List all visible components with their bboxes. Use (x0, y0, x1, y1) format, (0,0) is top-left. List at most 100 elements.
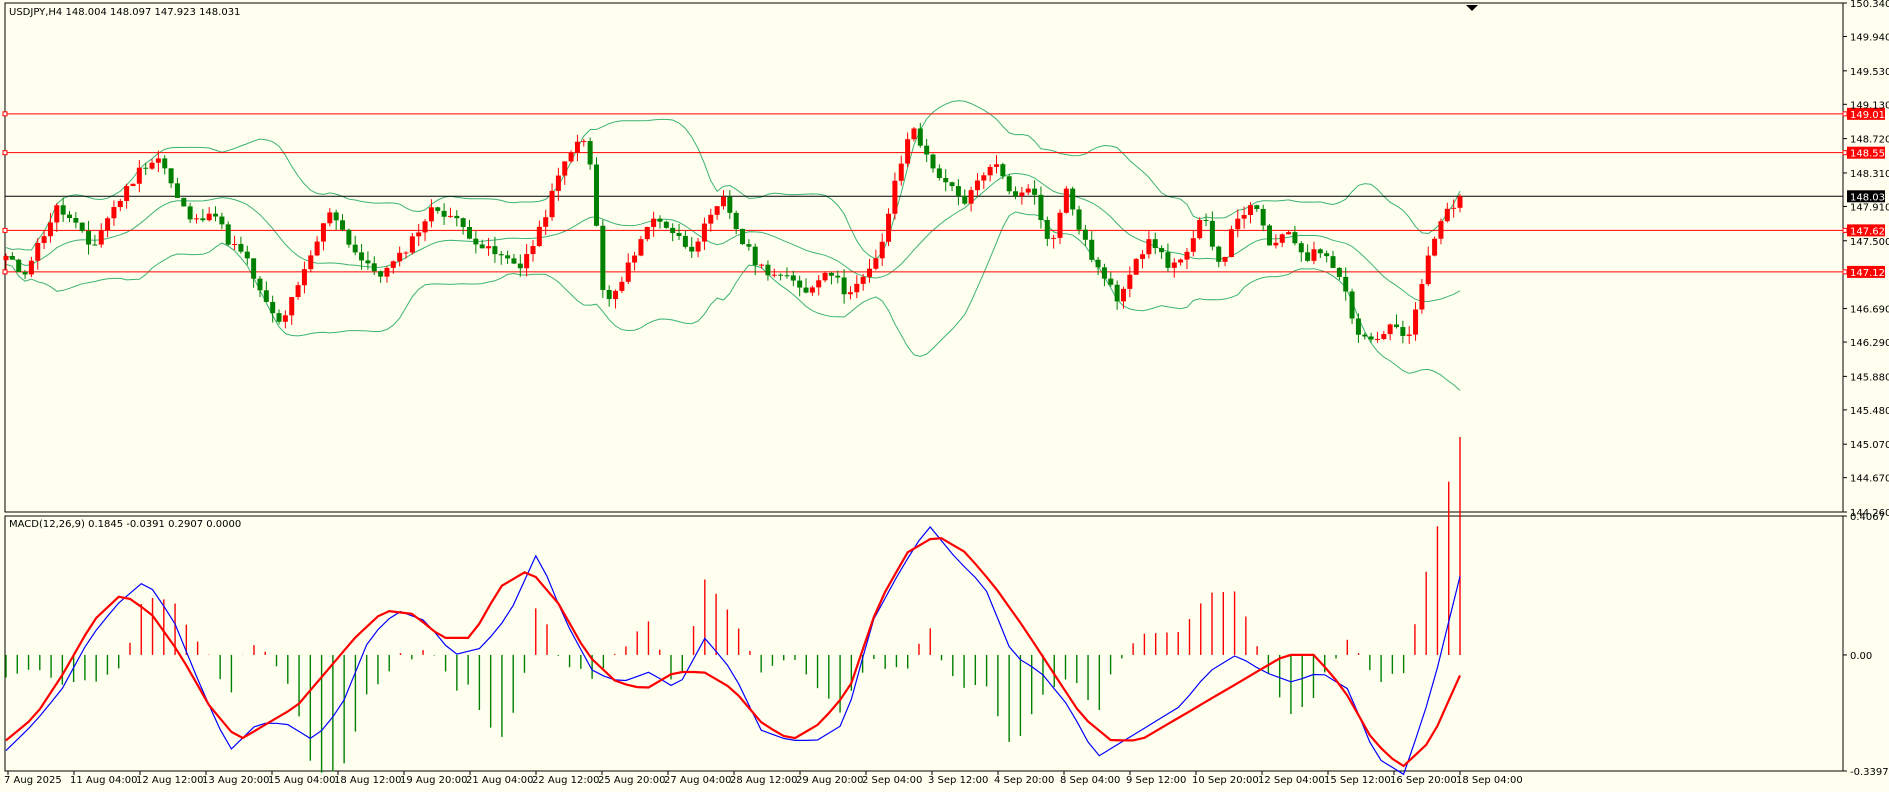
candle-body (663, 221, 669, 228)
horizontal-levels[interactable]: 149.016148.552147.624147.128148.031 (2, 107, 1889, 279)
candle-body (1336, 267, 1342, 277)
candle-body (1057, 212, 1063, 238)
candle-body (555, 175, 561, 191)
price-tick-label: 149.130 (1850, 100, 1889, 111)
candle-body (867, 268, 873, 277)
candle-body (962, 195, 968, 204)
candle-body (1203, 220, 1209, 222)
candle-body (1330, 256, 1336, 268)
candle-body (1127, 274, 1133, 289)
candle-body (346, 229, 352, 245)
candle-body (3, 255, 9, 261)
candle-body (1419, 284, 1425, 310)
price-tick-label: 148.720 (1850, 135, 1889, 146)
candle-body (1317, 249, 1323, 254)
candle-body (492, 246, 498, 255)
candle-body (930, 154, 936, 169)
candle-body (943, 178, 949, 183)
level-handle-icon (2, 269, 8, 275)
candle-body (816, 280, 822, 288)
candle-body (854, 283, 860, 293)
candle-body (371, 263, 377, 272)
candle-body (1425, 255, 1431, 285)
candle-body (479, 244, 485, 249)
bollinger-upper-band (5, 100, 1461, 260)
candle-body (790, 275, 796, 281)
candle-body (428, 207, 434, 222)
candle-body (543, 217, 549, 227)
trading-chart[interactable]: 149.016 148.552 147.624 147.128 148.031 150.… (0, 0, 1889, 792)
candle-body (320, 223, 326, 242)
candle-body (1228, 229, 1234, 258)
macd-plot-frame (4, 515, 1844, 772)
chart-info-label: USDJPY,H4 148.004 148.097 147.923 148.03… (9, 7, 240, 18)
candle-body (765, 264, 771, 276)
time-tick-label: 25 Aug 20:00 (598, 775, 665, 786)
macd-signal-line (5, 537, 1462, 768)
time-tick-label: 3 Sep 12:00 (928, 775, 988, 786)
candle-body (390, 261, 396, 268)
price-tick-label: 148.310 (1850, 169, 1889, 180)
candle-body (778, 274, 784, 276)
price-tick-label: 150.340 (1850, 0, 1889, 10)
candle-body (1184, 251, 1190, 260)
candle-body (1019, 192, 1025, 197)
candle-body (314, 241, 320, 256)
time-tick-label: 11 Aug 04:00 (70, 775, 137, 786)
candle-body (784, 275, 790, 277)
candle-body (1451, 207, 1457, 209)
candle-body (574, 141, 580, 153)
time-tick-label: 21 Aug 04:00 (466, 775, 533, 786)
candle-body (1209, 220, 1215, 247)
candle-body (1260, 208, 1266, 226)
candle-body (359, 252, 365, 261)
candle-body (1101, 267, 1107, 279)
candle-body (270, 301, 276, 314)
candle-body (1051, 237, 1057, 239)
candle-body (1006, 176, 1012, 192)
candle-body (467, 226, 473, 239)
candle-body (1152, 239, 1158, 249)
candle-body (251, 258, 257, 279)
candle-body (1120, 288, 1126, 302)
candle-body (1432, 238, 1438, 256)
candle-body (1368, 336, 1374, 340)
macd-line (5, 526, 1461, 776)
candle-body (397, 252, 403, 262)
candles (3, 122, 1463, 344)
candle-body (1362, 334, 1368, 337)
level-handle-icon (1842, 269, 1848, 275)
candle-body (454, 215, 460, 219)
price-tick-label: 145.480 (1850, 406, 1889, 417)
level-handle-icon (1842, 111, 1848, 117)
macd-tick-label: -0.3397 (1850, 767, 1889, 778)
candle-body (225, 224, 231, 245)
candle-body (841, 277, 847, 295)
candle-body (92, 244, 98, 246)
candle-body (498, 254, 504, 256)
candle-body (232, 244, 238, 246)
candle-body (47, 222, 53, 237)
candle-body (714, 206, 720, 215)
candle-body (670, 227, 676, 234)
bollinger-lower-band (5, 211, 1461, 391)
candle-body (740, 229, 746, 245)
candle-body (657, 218, 663, 222)
candle-body (1013, 191, 1019, 197)
candle-body (1070, 188, 1076, 210)
candle-body (1381, 334, 1387, 339)
time-tick-label: 10 Sep 20:00 (1192, 775, 1259, 786)
candle-body (949, 182, 955, 187)
candle-body (1146, 239, 1152, 255)
time-tick-label: 9 Sep 12:00 (1126, 775, 1186, 786)
candle-body (54, 205, 60, 223)
candle-body (587, 141, 593, 165)
time-tick-label: 16 Sep 20:00 (1390, 775, 1457, 786)
chart-canvas[interactable]: 149.016148.552147.624147.128148.031 150.… (0, 0, 1889, 792)
candle-body (263, 290, 269, 302)
chart-shift-marker-icon[interactable] (1466, 5, 1478, 11)
candle-body (149, 162, 155, 169)
candle-body (771, 274, 777, 276)
bollinger-bands (5, 100, 1461, 391)
candle-body (435, 207, 441, 211)
